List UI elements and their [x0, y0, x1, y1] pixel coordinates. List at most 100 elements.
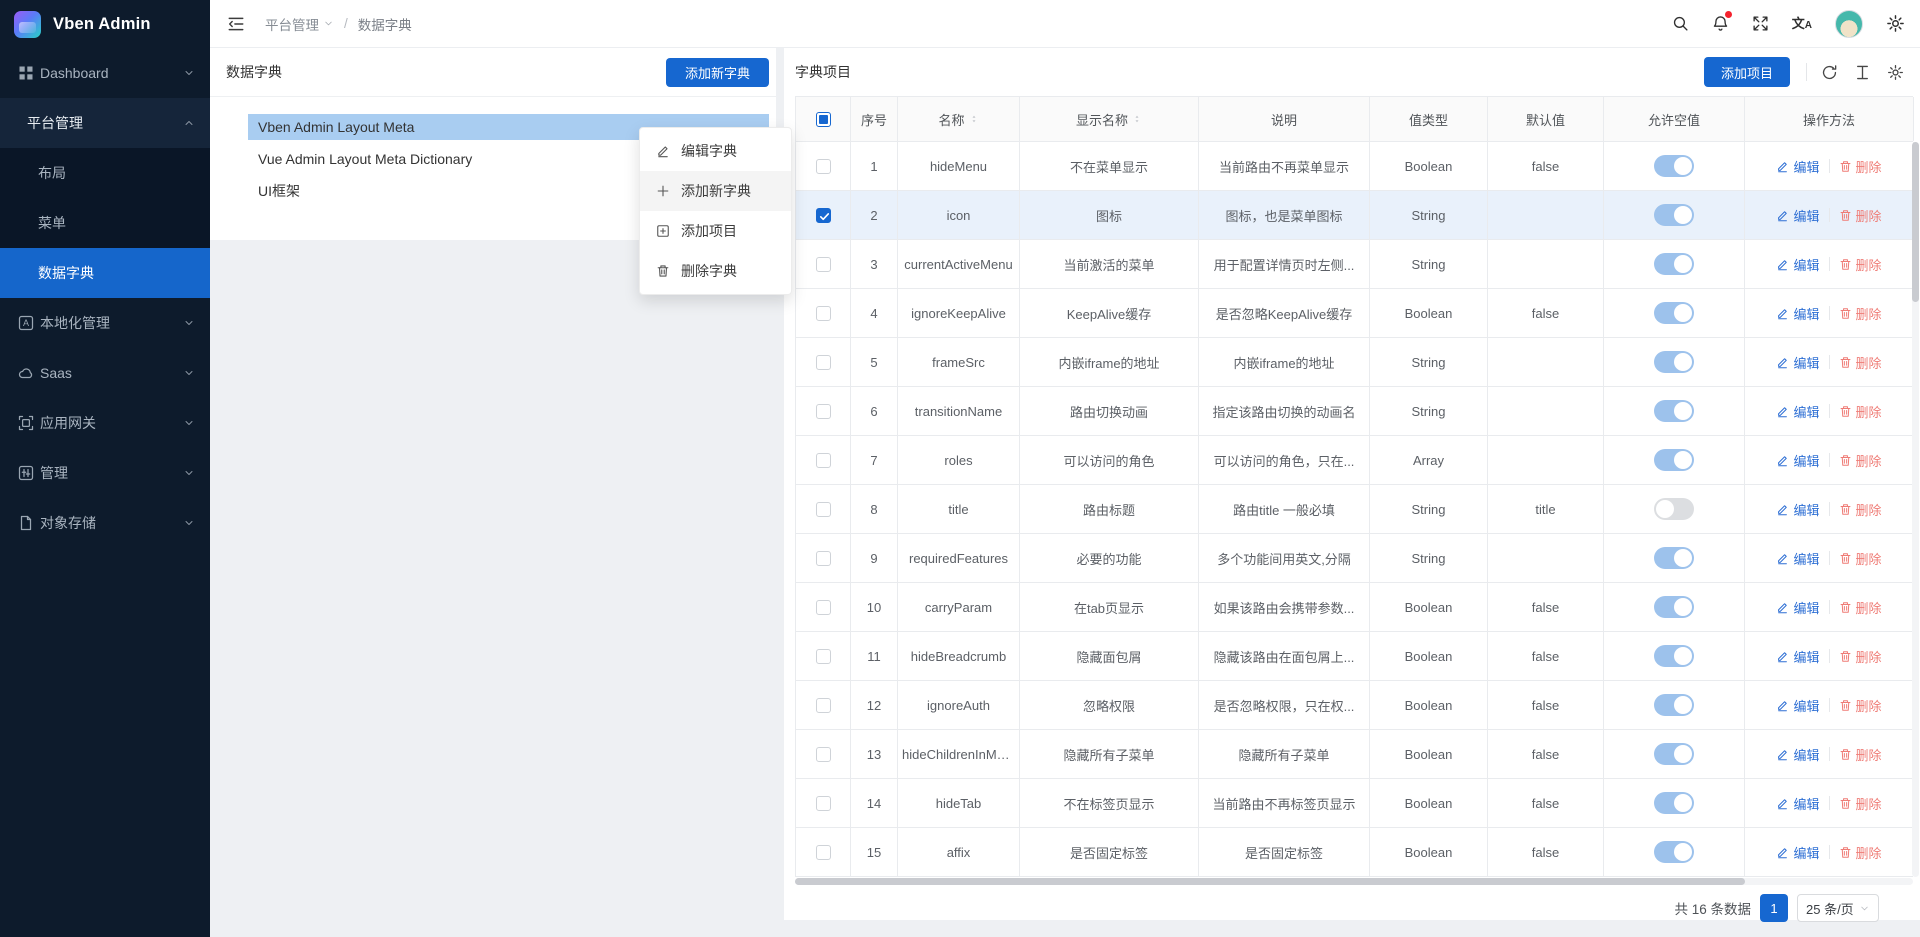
row-checkbox[interactable]: [816, 649, 831, 664]
context-menu-item-删除字典[interactable]: 删除字典: [640, 251, 791, 291]
row-height-icon[interactable]: [1854, 64, 1871, 81]
edit-button[interactable]: 编辑: [1776, 696, 1819, 715]
row-checkbox[interactable]: [816, 208, 831, 223]
row-checkbox[interactable]: [816, 453, 831, 468]
allow-null-toggle[interactable]: [1654, 743, 1694, 765]
gear-icon[interactable]: [1886, 14, 1905, 33]
add-dictionary-button[interactable]: 添加新字典: [666, 58, 769, 87]
delete-button[interactable]: 删除: [1839, 696, 1882, 715]
row-checkbox[interactable]: [816, 257, 831, 272]
sidebar-item-平台管理[interactable]: 平台管理: [0, 98, 210, 148]
sidebar-item-应用网关[interactable]: 应用网关: [0, 398, 210, 448]
delete-button[interactable]: 删除: [1839, 794, 1882, 813]
allow-null-toggle[interactable]: [1654, 155, 1694, 177]
sidebar-item-数据字典[interactable]: 数据字典: [0, 248, 210, 298]
menu-fold-icon[interactable]: [227, 15, 245, 33]
horizontal-scrollbar[interactable]: [795, 878, 1913, 885]
vertical-scrollbar-thumb[interactable]: [1912, 142, 1919, 302]
context-menu-item-添加项目[interactable]: 添加项目: [640, 211, 791, 251]
page-size-select[interactable]: 25 条/页: [1797, 894, 1879, 922]
allow-null-toggle[interactable]: [1654, 792, 1694, 814]
allow-null-toggle[interactable]: [1654, 400, 1694, 422]
row-checkbox[interactable]: [816, 747, 831, 762]
sidebar-item-对象存储[interactable]: 对象存储: [0, 498, 210, 548]
row-checkbox[interactable]: [816, 796, 831, 811]
allow-null-toggle[interactable]: [1654, 596, 1694, 618]
fullscreen-icon[interactable]: [1752, 15, 1769, 32]
allow-null-toggle[interactable]: [1654, 253, 1694, 275]
edit-button[interactable]: 编辑: [1776, 647, 1819, 666]
column-header-name[interactable]: 名称: [898, 97, 1020, 141]
sidebar-item-Dashboard[interactable]: Dashboard: [0, 48, 210, 98]
delete-button[interactable]: 删除: [1839, 353, 1882, 372]
translate-icon[interactable]: 文A: [1792, 17, 1812, 31]
allow-null-toggle[interactable]: [1654, 351, 1694, 373]
bell-icon[interactable]: [1712, 15, 1729, 32]
allow-null-toggle[interactable]: [1654, 547, 1694, 569]
edit-button[interactable]: 编辑: [1776, 304, 1819, 323]
allow-null-toggle[interactable]: [1654, 645, 1694, 667]
cell-display: 在tab页显示: [1020, 583, 1199, 631]
edit-button[interactable]: 编辑: [1776, 843, 1819, 862]
edit-button[interactable]: 编辑: [1776, 255, 1819, 274]
row-checkbox[interactable]: [816, 551, 831, 566]
context-menu-item-编辑字典[interactable]: 编辑字典: [640, 131, 791, 171]
edit-button[interactable]: 编辑: [1776, 500, 1819, 519]
row-checkbox[interactable]: [816, 502, 831, 517]
edit-button[interactable]: 编辑: [1776, 549, 1819, 568]
delete-button[interactable]: 删除: [1839, 647, 1882, 666]
add-item-button[interactable]: 添加项目: [1704, 57, 1790, 87]
sidebar-item-菜单[interactable]: 菜单: [0, 198, 210, 248]
edit-button[interactable]: 编辑: [1776, 353, 1819, 372]
refresh-icon[interactable]: [1821, 64, 1838, 81]
row-checkbox[interactable]: [816, 159, 831, 174]
row-checkbox[interactable]: [816, 845, 831, 860]
pencil-icon: [1776, 846, 1789, 859]
delete-button[interactable]: 删除: [1839, 206, 1882, 225]
edit-button[interactable]: 编辑: [1776, 451, 1819, 470]
horizontal-scrollbar-thumb[interactable]: [795, 878, 1745, 885]
select-all-checkbox[interactable]: [816, 112, 831, 127]
allow-null-toggle[interactable]: [1654, 302, 1694, 324]
breadcrumb-parent[interactable]: 平台管理: [265, 14, 334, 34]
vertical-scrollbar[interactable]: [1912, 142, 1919, 877]
column-header-display[interactable]: 显示名称: [1020, 97, 1199, 141]
allow-null-toggle[interactable]: [1654, 841, 1694, 863]
edit-button[interactable]: 编辑: [1776, 598, 1819, 617]
delete-button[interactable]: 删除: [1839, 255, 1882, 274]
cell-sel: [795, 779, 851, 827]
allow-null-toggle[interactable]: [1654, 204, 1694, 226]
allow-null-toggle[interactable]: [1654, 498, 1694, 520]
pagination-page-1[interactable]: 1: [1760, 894, 1788, 922]
search-icon[interactable]: [1672, 15, 1689, 32]
row-checkbox[interactable]: [816, 355, 831, 370]
edit-button[interactable]: 编辑: [1776, 745, 1819, 764]
delete-button[interactable]: 删除: [1839, 500, 1882, 519]
row-checkbox[interactable]: [816, 306, 831, 321]
row-checkbox[interactable]: [816, 600, 831, 615]
sidebar-item-管理[interactable]: 管理: [0, 448, 210, 498]
edit-button[interactable]: 编辑: [1776, 157, 1819, 176]
sidebar-item-本地化管理[interactable]: A本地化管理: [0, 298, 210, 348]
delete-button[interactable]: 删除: [1839, 598, 1882, 617]
delete-button[interactable]: 删除: [1839, 451, 1882, 470]
edit-button[interactable]: 编辑: [1776, 402, 1819, 421]
delete-button[interactable]: 删除: [1839, 402, 1882, 421]
delete-button[interactable]: 删除: [1839, 843, 1882, 862]
row-checkbox[interactable]: [816, 698, 831, 713]
allow-null-toggle[interactable]: [1654, 694, 1694, 716]
delete-button[interactable]: 删除: [1839, 745, 1882, 764]
edit-button[interactable]: 编辑: [1776, 206, 1819, 225]
app-logo[interactable]: Vben Admin: [0, 0, 210, 48]
sidebar-item-Saas[interactable]: Saas: [0, 348, 210, 398]
row-checkbox[interactable]: [816, 404, 831, 419]
context-menu-item-添加新字典[interactable]: 添加新字典: [640, 171, 791, 211]
avatar[interactable]: [1835, 10, 1863, 38]
edit-button[interactable]: 编辑: [1776, 794, 1819, 813]
sidebar-item-布局[interactable]: 布局: [0, 148, 210, 198]
delete-button[interactable]: 删除: [1839, 157, 1882, 176]
settings-icon[interactable]: [1887, 64, 1904, 81]
allow-null-toggle[interactable]: [1654, 449, 1694, 471]
delete-button[interactable]: 删除: [1839, 549, 1882, 568]
delete-button[interactable]: 删除: [1839, 304, 1882, 323]
